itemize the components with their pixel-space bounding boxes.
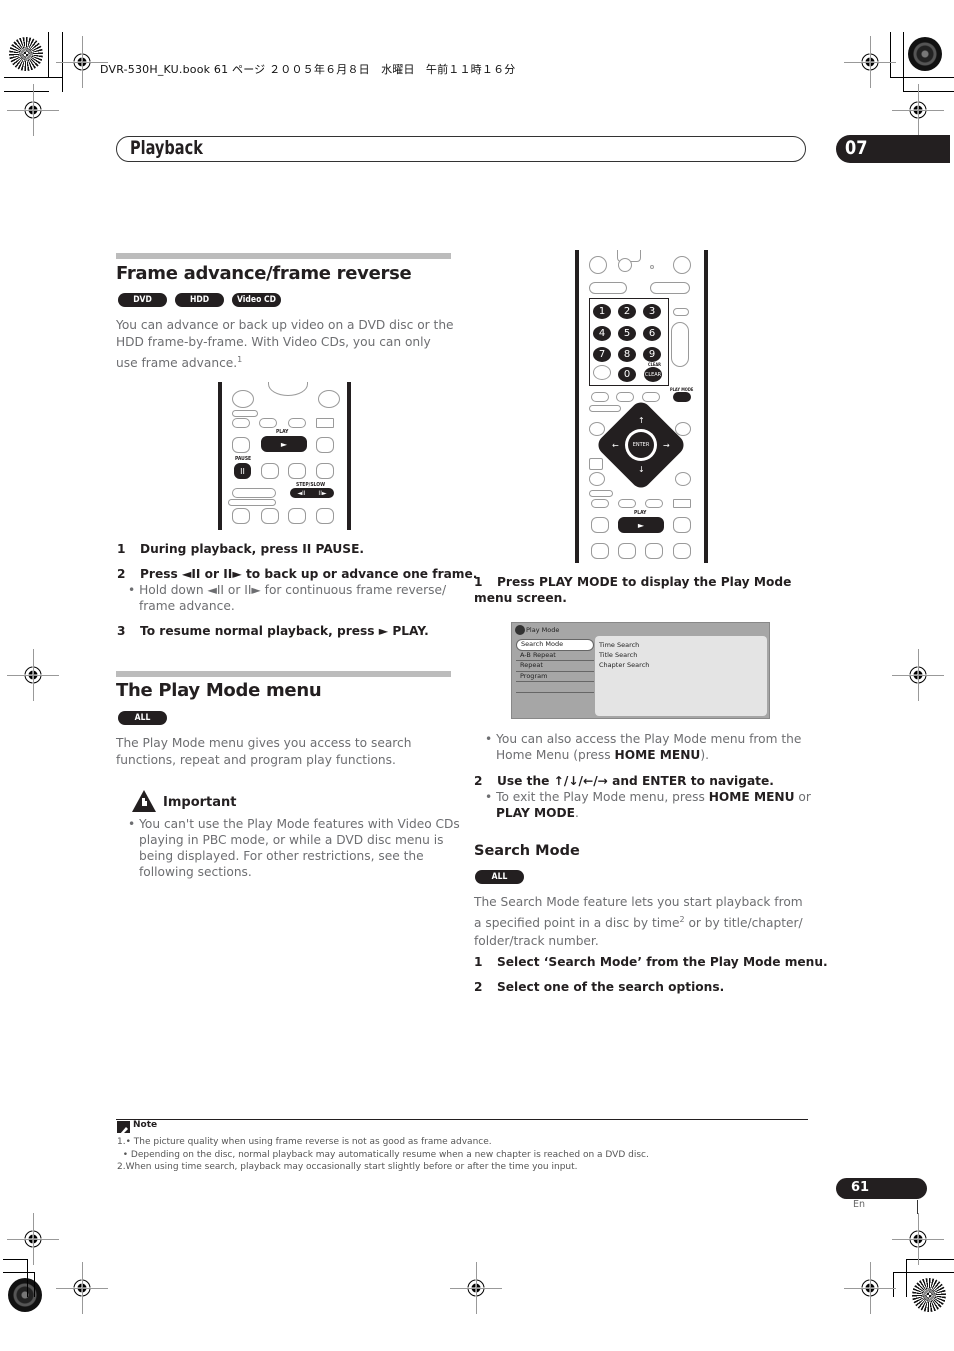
frame-step-2-bullet: • Hold down ◄II or II► for continuous fr… [128, 583, 447, 613]
important-bullet: • You can't use the Play Mode features w… [128, 817, 460, 879]
registration-disc-icon [908, 37, 942, 71]
digit-button: 7 [593, 347, 611, 362]
digit-button: 1 [593, 304, 611, 319]
frame-step-2: 2 Press ◄II or II► to back up or advance … [117, 567, 478, 581]
search-step-2: 2 Select one of the search options. [474, 980, 725, 994]
play-icon: ► [261, 436, 307, 452]
remote-illustration-frame: PLAY ► PAUSE II STEP/SLOW ◄II II► [218, 382, 351, 530]
disc-icon [515, 625, 525, 635]
disc-type-badges: DVD HDD Video CD [118, 293, 281, 307]
important-title: Important [163, 795, 237, 810]
remote-pause-label: PAUSE [235, 456, 252, 462]
note-line: 1.• The picture quality when using frame… [117, 1137, 492, 1147]
section-rule [116, 253, 451, 259]
badge-dvd: DVD [118, 293, 167, 307]
note-line: • Depending on the disc, normal playback… [117, 1150, 649, 1160]
play-mode-bullet-1: • You can also access the Play Mode menu… [485, 732, 802, 762]
note-line: 2.When using time search, playback may o… [117, 1162, 578, 1172]
badge-all: ALL [475, 870, 524, 884]
remote-play-label: PLAY [276, 429, 289, 435]
osd-option[interactable]: Chapter Search [599, 661, 649, 669]
important-warning-icon [131, 789, 157, 813]
osd-menu-item [516, 682, 594, 693]
chapter-header-bar [116, 136, 806, 162]
play-mode-heading: The Play Mode menu [116, 680, 322, 701]
enter-button: ENTER [628, 432, 654, 458]
play-mode-bullet-2: • To exit the Play Mode menu, press HOME… [485, 790, 811, 820]
search-mode-intro: The Search Mode feature lets you start p… [474, 895, 803, 949]
play-mode-intro: The Play Mode menu gives you access to s… [116, 736, 412, 767]
osd-menu-item[interactable]: Repeat [516, 661, 594, 672]
play-icon: ► [618, 517, 664, 533]
badge-hdd: HDD [175, 293, 224, 307]
osd-title: Play Mode [526, 626, 560, 634]
registration-disc-icon [8, 1278, 42, 1312]
play-mode-osd-screen: Play Mode Search Mode A-B Repeat Repeat … [511, 622, 770, 719]
step-forward-icon: II► [318, 489, 327, 497]
clear-button: CLEAR [644, 367, 662, 382]
badge-video-cd: Video CD [232, 293, 281, 307]
arrow-right-icon: → [663, 441, 670, 450]
pause-icon: II [234, 463, 251, 479]
note-title: Note [133, 1120, 158, 1130]
osd-menu-item[interactable]: Search Mode [516, 639, 594, 651]
remote-play-label: PLAY [634, 510, 647, 516]
osd-menu-list: Search Mode A-B Repeat Repeat Program [516, 639, 594, 693]
osd-options-panel: Time Search Title Search Chapter Search [595, 636, 767, 716]
arrow-left-icon: ← [612, 441, 619, 450]
step-back-icon: ◄II [297, 489, 306, 497]
frame-advance-heading: Frame advance/frame reverse [116, 263, 412, 284]
chapter-number: 07 [845, 137, 868, 159]
osd-option[interactable]: Time Search [599, 641, 639, 649]
frame-advance-intro: You can advance or back up video on a DV… [116, 318, 454, 371]
digit-button: 9 [643, 347, 661, 362]
pencil-note-icon [117, 1121, 130, 1135]
print-header: DVR-530H_KU.book 61 ページ ２００５年６月８日 水曜日 午前… [100, 63, 516, 76]
play-mode-button [673, 392, 691, 402]
remote-illustration-play-mode: CLEAR CLEAR PLAY MODE ENTER ↑ ↓ ← → PLAY… [575, 250, 708, 563]
registration-disc-icon [9, 37, 43, 71]
page-number-tab: 61 [836, 1178, 927, 1199]
chapter-number-tab: 07 [836, 135, 950, 163]
registration-disc-icon [912, 1278, 946, 1312]
search-mode-heading: Search Mode [474, 843, 580, 859]
digit-button: 3 [643, 304, 661, 319]
frame-step-3: 3 To resume normal playback, press ► PLAY… [117, 624, 429, 638]
chapter-title: Playback [130, 137, 203, 159]
page-number: 61 [851, 1180, 870, 1195]
osd-menu-item[interactable]: A-B Repeat [516, 651, 594, 661]
footnote-ref: 1 [237, 355, 243, 364]
digit-button: 5 [618, 326, 636, 341]
digit-button: 2 [618, 304, 636, 319]
disc-type-badges: ALL [475, 870, 524, 884]
digit-button: 4 [593, 326, 611, 341]
arrow-down-icon: ↓ [638, 465, 645, 474]
badge-all: ALL [118, 711, 167, 725]
page-language: En [853, 1199, 866, 1210]
arrow-up-icon: ↑ [638, 416, 645, 425]
search-step-1: 1 Select ‘Search Mode’ from the Play Mode… [474, 955, 828, 969]
osd-menu-item[interactable]: Program [516, 672, 594, 682]
digit-button: 0 [618, 367, 636, 382]
note-divider [116, 1119, 808, 1120]
disc-type-badges: ALL [118, 711, 167, 725]
play-mode-step-2: 2 Use the ↑/↓/←/→ and ENTER to navigate. [474, 774, 774, 788]
play-mode-step-1: 1 Press PLAY MODE to display the Play Mod… [474, 575, 792, 605]
frame-step-1: 1 During playback, press II PAUSE. [117, 542, 365, 556]
digit-button: 8 [618, 347, 636, 362]
osd-option[interactable]: Title Search [599, 651, 637, 659]
step-slow-buttons: ◄II II► [290, 488, 334, 498]
digit-button: 6 [643, 326, 661, 341]
section-rule [116, 671, 451, 677]
